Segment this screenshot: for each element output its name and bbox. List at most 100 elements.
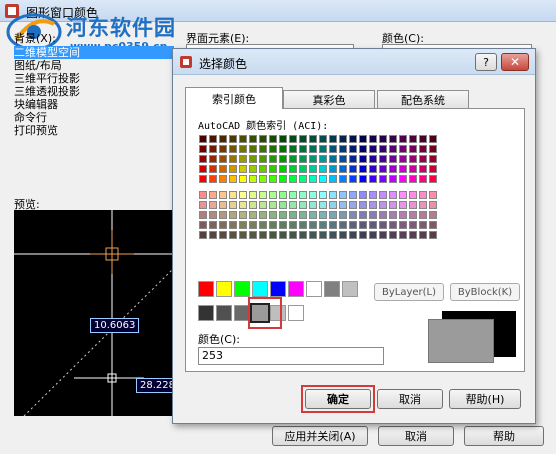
tab-true-color[interactable]: 真彩色	[283, 90, 375, 109]
aci-color-cell[interactable]	[259, 201, 267, 209]
aci-color-cell[interactable]	[279, 165, 287, 173]
aci-color-cell[interactable]	[259, 145, 267, 153]
aci-color-cell[interactable]	[199, 135, 207, 143]
aci-color-cell[interactable]	[369, 175, 377, 183]
dialog-close-icon[interactable]: ✕	[501, 53, 529, 71]
gray-color-swatch[interactable]	[216, 305, 232, 321]
aci-color-cell[interactable]	[279, 221, 287, 229]
aci-color-cell[interactable]	[419, 221, 427, 229]
aci-color-cell[interactable]	[319, 155, 327, 163]
aci-color-cell[interactable]	[299, 201, 307, 209]
aci-color-cell[interactable]	[209, 145, 217, 153]
aci-color-cell[interactable]	[229, 231, 237, 239]
aci-color-cell[interactable]	[299, 231, 307, 239]
aci-color-cell[interactable]	[199, 155, 207, 163]
aci-color-cell[interactable]	[319, 145, 327, 153]
aci-color-cell[interactable]	[329, 135, 337, 143]
aci-color-cell[interactable]	[229, 165, 237, 173]
context-item[interactable]: 三维平行投影	[14, 72, 174, 85]
aci-color-cell[interactable]	[279, 155, 287, 163]
aci-color-cell[interactable]	[409, 201, 417, 209]
context-item[interactable]: 块编辑器	[14, 98, 174, 111]
aci-color-cell[interactable]	[239, 191, 247, 199]
aci-color-cell[interactable]	[259, 175, 267, 183]
aci-color-cell[interactable]	[419, 145, 427, 153]
aci-color-cell[interactable]	[259, 165, 267, 173]
aci-color-cell[interactable]	[319, 135, 327, 143]
aci-color-cell[interactable]	[379, 175, 387, 183]
aci-color-cell[interactable]	[329, 155, 337, 163]
aci-color-cell[interactable]	[369, 221, 377, 229]
aci-color-cell[interactable]	[209, 201, 217, 209]
aci-color-cell[interactable]	[409, 231, 417, 239]
aci-color-cell[interactable]	[259, 155, 267, 163]
aci-color-cell[interactable]	[329, 231, 337, 239]
aci-color-cell[interactable]	[309, 211, 317, 219]
aci-color-cell[interactable]	[379, 211, 387, 219]
aci-color-cell[interactable]	[389, 201, 397, 209]
aci-color-cell[interactable]	[399, 165, 407, 173]
help-button[interactable]: 帮助(H)	[449, 389, 521, 409]
aci-color-cell[interactable]	[299, 155, 307, 163]
aci-color-cell[interactable]	[359, 155, 367, 163]
standard-color-swatch[interactable]	[288, 281, 304, 297]
aci-color-cell[interactable]	[219, 135, 227, 143]
aci-color-cell[interactable]	[239, 231, 247, 239]
aci-color-cell[interactable]	[359, 145, 367, 153]
aci-color-cell[interactable]	[359, 135, 367, 143]
aci-color-cell[interactable]	[369, 165, 377, 173]
aci-color-cell[interactable]	[269, 201, 277, 209]
aci-color-cell[interactable]	[249, 191, 257, 199]
aci-color-cell[interactable]	[289, 191, 297, 199]
aci-color-cell[interactable]	[219, 201, 227, 209]
aci-color-cell[interactable]	[359, 175, 367, 183]
aci-color-cell[interactable]	[349, 211, 357, 219]
aci-color-cell[interactable]	[319, 175, 327, 183]
aci-color-cell[interactable]	[419, 155, 427, 163]
aci-color-cell[interactable]	[259, 231, 267, 239]
aci-color-cell[interactable]	[269, 155, 277, 163]
aci-color-cell[interactable]	[309, 145, 317, 153]
aci-color-cell[interactable]	[399, 211, 407, 219]
aci-color-cell[interactable]	[419, 231, 427, 239]
standard-color-swatch[interactable]	[216, 281, 232, 297]
bg-cancel-button[interactable]: 取消	[378, 426, 454, 446]
aci-color-cell[interactable]	[399, 231, 407, 239]
aci-color-cell[interactable]	[229, 135, 237, 143]
context-item[interactable]: 三维透视投影	[14, 85, 174, 98]
aci-color-cell[interactable]	[229, 201, 237, 209]
aci-color-cell[interactable]	[199, 221, 207, 229]
standard-color-swatch[interactable]	[198, 281, 214, 297]
aci-color-cell[interactable]	[349, 201, 357, 209]
aci-color-cell[interactable]	[369, 145, 377, 153]
ok-button[interactable]: 确定	[305, 389, 371, 409]
aci-color-cell[interactable]	[329, 201, 337, 209]
aci-color-cell[interactable]	[199, 145, 207, 153]
aci-color-cell[interactable]	[359, 211, 367, 219]
aci-color-cell[interactable]	[419, 135, 427, 143]
aci-color-cell[interactable]	[239, 175, 247, 183]
aci-color-cell[interactable]	[309, 191, 317, 199]
aci-color-cell[interactable]	[339, 145, 347, 153]
aci-color-cell[interactable]	[389, 231, 397, 239]
aci-color-cell[interactable]	[399, 191, 407, 199]
gray-color-swatch[interactable]	[198, 305, 214, 321]
aci-color-cell[interactable]	[259, 191, 267, 199]
aci-color-cell[interactable]	[419, 175, 427, 183]
aci-color-cell[interactable]	[209, 175, 217, 183]
aci-color-cell[interactable]	[299, 211, 307, 219]
aci-color-cell[interactable]	[209, 135, 217, 143]
aci-color-cell[interactable]	[429, 231, 437, 239]
aci-color-cell[interactable]	[299, 221, 307, 229]
aci-color-cell[interactable]	[319, 211, 327, 219]
aci-color-cell[interactable]	[229, 175, 237, 183]
aci-color-cell[interactable]	[349, 135, 357, 143]
aci-color-cell[interactable]	[349, 145, 357, 153]
aci-color-cell[interactable]	[429, 211, 437, 219]
aci-color-cell[interactable]	[379, 145, 387, 153]
aci-color-cell[interactable]	[229, 145, 237, 153]
aci-color-cell[interactable]	[219, 165, 227, 173]
context-item[interactable]: 打印预览	[14, 124, 174, 137]
aci-color-cell[interactable]	[399, 201, 407, 209]
aci-color-cell[interactable]	[269, 231, 277, 239]
